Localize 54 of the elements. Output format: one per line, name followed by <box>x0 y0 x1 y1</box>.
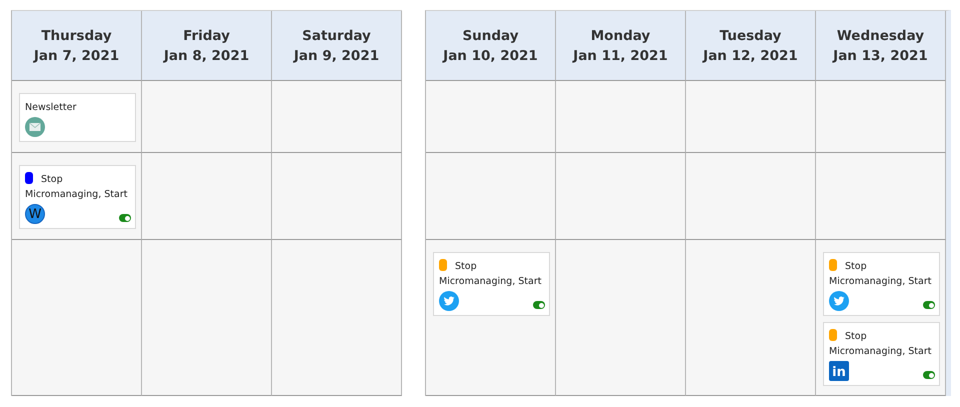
calendar-cell[interactable] <box>686 153 816 240</box>
post-card[interactable]: Newsletter <box>19 93 136 142</box>
calendar-cell[interactable]: Stop Micromanaging, Start Stop Micromanaging, Start in <box>816 240 946 396</box>
post-title: Stop Micromanaging, Start <box>829 259 932 289</box>
weekday-label: Tuesday <box>720 26 782 46</box>
weekday-label: Saturday <box>302 26 371 46</box>
date-label: Jan 7, 2021 <box>34 46 120 66</box>
calendar-cell[interactable] <box>426 153 556 240</box>
calendar-cell[interactable] <box>12 240 142 396</box>
calendar-cell[interactable] <box>426 81 556 153</box>
bird-icon <box>439 291 459 311</box>
post-title: Stop Micromanaging, Start <box>25 172 128 202</box>
post-card[interactable]: Stop Micromanaging, Start <box>823 252 940 316</box>
date-label: Jan 11, 2021 <box>573 46 668 66</box>
date-label: Jan 8, 2021 <box>164 46 250 66</box>
calendar-cell[interactable]: Stop Micromanaging, Start <box>426 240 556 396</box>
calendar-cell[interactable] <box>272 153 402 240</box>
post-card[interactable]: Stop Micromanaging, Start <box>433 252 550 316</box>
logo-icon: in <box>829 361 849 381</box>
post-card[interactable]: Stop Micromanaging, Start W <box>19 165 136 229</box>
post-title: Newsletter <box>25 101 78 115</box>
post-title: Stop Micromanaging, Start <box>829 329 932 359</box>
calendar-cell[interactable] <box>556 240 686 396</box>
toggle-switch[interactable] <box>533 301 545 309</box>
date-label: Jan 10, 2021 <box>443 46 538 66</box>
calendar-cell[interactable] <box>142 81 272 153</box>
weekday-label: Monday <box>590 26 650 46</box>
logo-icon: W <box>25 204 45 224</box>
calendar-cell[interactable] <box>272 81 402 153</box>
calendar-cell[interactable] <box>686 81 816 153</box>
calendar-cell[interactable] <box>816 153 946 240</box>
calendar-cell[interactable]: Stop Micromanaging, Start W <box>12 153 142 240</box>
post-title: Stop Micromanaging, Start <box>439 259 542 289</box>
weekday-label: Friday <box>183 26 230 46</box>
calendar-cell[interactable] <box>142 240 272 396</box>
calendar-cell[interactable] <box>272 240 402 396</box>
toggle-switch[interactable] <box>923 301 935 309</box>
calendar-cell[interactable] <box>816 81 946 153</box>
date-label: Jan 12, 2021 <box>703 46 798 66</box>
date-label: Jan 9, 2021 <box>294 46 380 66</box>
envelope-icon <box>25 117 45 137</box>
weekday-label: Wednesday <box>836 26 924 46</box>
toggle-switch[interactable] <box>119 214 131 222</box>
calendar-cell[interactable] <box>142 153 272 240</box>
weekday-label: Thursday <box>41 26 112 46</box>
weekday-label: Sunday <box>462 26 519 46</box>
calendar-cell[interactable] <box>556 153 686 240</box>
calendar-cell[interactable]: Newsletter <box>12 81 142 153</box>
bird-icon <box>829 291 849 311</box>
post-card[interactable]: Stop Micromanaging, Start in <box>823 322 940 386</box>
calendar-cell[interactable] <box>686 240 816 396</box>
toggle-switch[interactable] <box>923 371 935 379</box>
date-label: Jan 13, 2021 <box>833 46 928 66</box>
calendar-cell[interactable] <box>556 81 686 153</box>
